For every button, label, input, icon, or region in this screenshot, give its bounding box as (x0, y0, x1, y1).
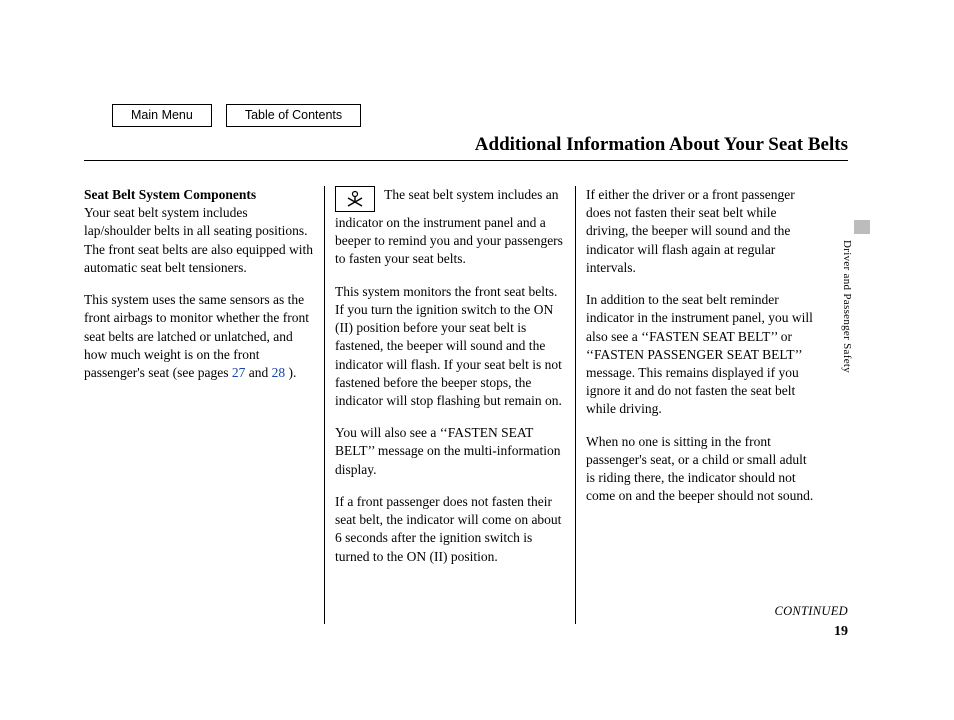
column-2: The seat belt system includes an indicat… (325, 186, 575, 624)
column-1: Seat Belt System Components Your seat be… (84, 186, 324, 624)
section-side-label: Driver and Passenger Safety (839, 240, 854, 373)
para-no-passenger: When no one is sitting in the front pass… (586, 433, 816, 506)
para-passenger-delay: If a front passenger does not fasten the… (335, 493, 565, 566)
column-3: If either the driver or a front passenge… (576, 186, 816, 624)
body-text: ). (285, 365, 296, 380)
toc-button[interactable]: Table of Contents (226, 104, 361, 127)
body-text: Your seat belt system includes lap/shoul… (84, 205, 313, 275)
para-driving-beeper: If either the driver or a front passenge… (586, 186, 816, 277)
page-link-27[interactable]: 27 (232, 365, 246, 380)
subheading-components: Seat Belt System Components (84, 187, 256, 202)
continued-label: CONTINUED (774, 603, 848, 620)
para-reminder-message: In addition to the seat belt reminder in… (586, 291, 816, 419)
page-title: Additional Information About Your Seat B… (475, 132, 848, 158)
page-link-28[interactable]: 28 (272, 365, 286, 380)
title-rule (84, 160, 848, 161)
page-number: 19 (834, 623, 848, 642)
manual-page: Main Menu Table of Contents Additional I… (0, 0, 954, 720)
content-columns: Seat Belt System Components Your seat be… (84, 186, 816, 624)
para-monitors: This system monitors the front seat belt… (335, 283, 565, 411)
para-components: Seat Belt System Components Your seat be… (84, 186, 314, 277)
para-indicator: The seat belt system includes an indicat… (335, 186, 565, 269)
para-sensors: This system uses the same sensors as the… (84, 291, 314, 382)
nav-buttons: Main Menu Table of Contents (112, 104, 361, 127)
section-tab-mark (854, 220, 870, 234)
para-message: You will also see a ‘‘FASTEN SEAT BELT’’… (335, 424, 565, 479)
main-menu-button[interactable]: Main Menu (112, 104, 212, 127)
body-text: and (245, 365, 271, 380)
seatbelt-indicator-icon (335, 186, 375, 212)
